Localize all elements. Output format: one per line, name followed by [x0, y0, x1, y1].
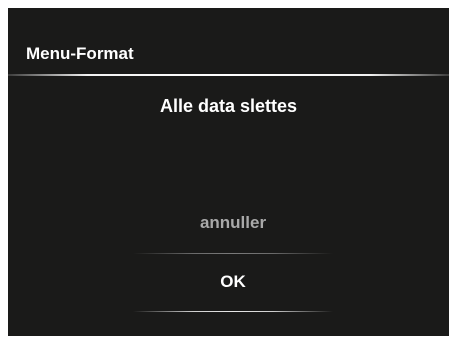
menu-title: Menu-Format — [26, 44, 134, 63]
camera-menu-screen: Menu-Format Alle data slettes annuller O… — [8, 8, 449, 336]
confirmation-message: Alle data slettes — [159, 96, 298, 116]
header-divider — [8, 74, 449, 76]
cancel-option[interactable]: annuller — [133, 212, 333, 234]
selection-underline — [133, 311, 333, 312]
ok-option[interactable]: OK — [133, 271, 333, 293]
option-separator — [133, 253, 333, 254]
menu-header: Menu-Format — [8, 8, 449, 80]
